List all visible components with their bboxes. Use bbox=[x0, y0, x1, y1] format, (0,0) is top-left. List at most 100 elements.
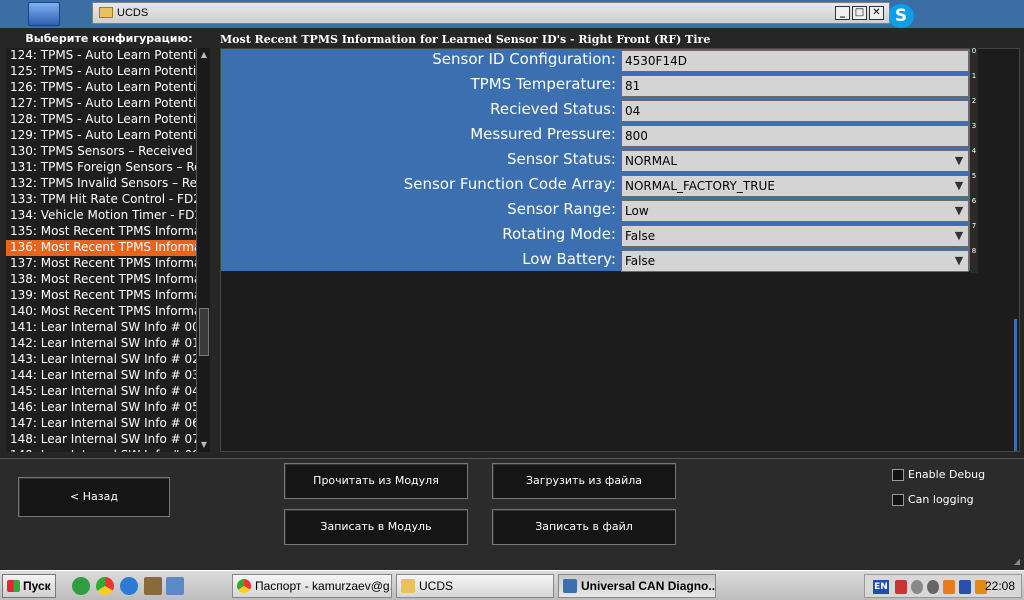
app-quicklaunch-icon[interactable] bbox=[144, 577, 162, 595]
scroll-thumb[interactable] bbox=[199, 308, 209, 356]
param-row: Messured Pressure: 800 3 bbox=[221, 122, 978, 148]
back-button[interactable]: < Назад bbox=[18, 477, 170, 517]
param-label: Sensor ID Configuration: bbox=[432, 50, 616, 68]
write-module-button[interactable]: Записать в Модуль bbox=[284, 509, 468, 545]
list-item[interactable]: 139: Most Recent TPMS Informa bbox=[6, 288, 196, 304]
task-label: UCDS bbox=[419, 579, 454, 593]
chevron-down-icon[interactable]: ▼ bbox=[952, 254, 966, 268]
list-item[interactable]: 135: Most Recent TPMS Informa bbox=[6, 224, 196, 240]
list-item[interactable]: 132: TPMS Invalid Sensors – Re bbox=[6, 176, 196, 192]
list-item[interactable]: 134: Vehicle Motion Timer - FD2 bbox=[6, 208, 196, 224]
save-file-button[interactable]: Записать в файл bbox=[492, 509, 676, 545]
folder-icon bbox=[401, 579, 415, 593]
list-item[interactable]: 144: Lear Internal SW Info # 03 bbox=[6, 368, 196, 384]
bottom-toolbar: < Назад Прочитать из Модуля Загрузить из… bbox=[0, 458, 1024, 570]
list-item[interactable]: 143: Lear Internal SW Info # 02 bbox=[6, 352, 196, 368]
param-dropdown[interactable]: Low ▼ bbox=[621, 200, 969, 222]
scroll-down-icon[interactable]: ▼ bbox=[198, 440, 210, 450]
chevron-down-icon[interactable]: ▼ bbox=[952, 154, 966, 168]
param-index: 1 bbox=[970, 72, 978, 98]
taskbar: Пуск Паспорт - kamurzaev@g... UCDS Unive… bbox=[0, 570, 1024, 600]
list-item[interactable]: 124: TPMS - Auto Learn Potentia bbox=[6, 48, 196, 64]
show-desktop-icon[interactable] bbox=[166, 577, 184, 595]
list-item[interactable]: 141: Lear Internal SW Info # 00 bbox=[6, 320, 196, 336]
param-input[interactable]: 4530F14D bbox=[621, 50, 969, 72]
list-item[interactable]: 128: TPMS - Auto Learn Potentia bbox=[6, 112, 196, 128]
param-row: Sensor ID Configuration: 4530F14D 0 bbox=[221, 47, 978, 73]
windows-flag-icon bbox=[7, 580, 20, 592]
chevron-down-icon[interactable]: ▼ bbox=[952, 179, 966, 193]
list-item[interactable]: 129: TPMS - Auto Learn Potentia bbox=[6, 128, 196, 144]
list-item[interactable]: 127: TPMS - Auto Learn Potentia bbox=[6, 96, 196, 112]
skype-icon[interactable]: S bbox=[888, 4, 914, 28]
skype-glyph: S bbox=[894, 6, 908, 26]
param-index: 5 bbox=[970, 172, 978, 198]
param-input[interactable]: 800 bbox=[621, 125, 969, 147]
chrome-icon bbox=[237, 579, 251, 593]
close-button[interactable]: ✕ bbox=[869, 6, 884, 20]
read-module-button[interactable]: Прочитать из Модуля bbox=[284, 463, 468, 499]
network-icon[interactable] bbox=[895, 580, 907, 594]
security-icon[interactable] bbox=[943, 580, 955, 594]
list-item[interactable]: 126: TPMS - Auto Learn Potentia bbox=[6, 80, 196, 96]
param-row: Low Battery: False ▼ 8 bbox=[221, 247, 978, 273]
list-item[interactable]: 136: Most Recent TPMS Informa bbox=[6, 240, 196, 256]
task-ucds[interactable]: UCDS bbox=[396, 574, 554, 598]
utorrent-icon[interactable] bbox=[72, 577, 90, 595]
task-universal-can[interactable]: Universal CAN Diagno... bbox=[558, 574, 716, 598]
param-input[interactable]: 81 bbox=[621, 75, 969, 97]
list-scrollbar[interactable]: ▲ ▼ bbox=[196, 48, 210, 452]
task-label: Паспорт - kamurzaev@g... bbox=[255, 579, 392, 593]
parameters-panel: Sensor ID Configuration: 4530F14D 0 TPMS Te… bbox=[220, 47, 1020, 452]
resize-grip-icon[interactable]: ◢ bbox=[1014, 557, 1020, 566]
param-value: 04 bbox=[625, 104, 641, 118]
ie-icon[interactable] bbox=[120, 577, 138, 595]
param-dropdown[interactable]: NORMAL_FACTORY_TRUE ▼ bbox=[621, 175, 969, 197]
list-item[interactable]: 131: TPMS Foreign Sensors – Re bbox=[6, 160, 196, 176]
list-item[interactable]: 146: Lear Internal SW Info # 05 bbox=[6, 400, 196, 416]
battery-icon[interactable] bbox=[959, 580, 971, 594]
list-item[interactable]: 138: Most Recent TPMS Informa bbox=[6, 272, 196, 288]
chevron-down-icon[interactable]: ▼ bbox=[952, 204, 966, 218]
enable-debug-checkbox[interactable] bbox=[892, 469, 904, 481]
language-indicator[interactable]: EN bbox=[873, 580, 889, 594]
param-row: TPMS Temperature: 81 1 bbox=[221, 72, 978, 98]
list-item[interactable]: 130: TPMS Sensors – Received bbox=[6, 144, 196, 160]
window-title: UCDS bbox=[117, 7, 149, 19]
param-row: Sensor Function Code Array: NORMAL_FACTOR… bbox=[221, 172, 978, 198]
list-item[interactable]: 133: TPM Hit Rate Control - FD2 bbox=[6, 192, 196, 208]
computer-icon[interactable] bbox=[28, 2, 60, 26]
scroll-up-icon[interactable]: ▲ bbox=[198, 50, 210, 60]
param-dropdown[interactable]: False ▼ bbox=[621, 250, 969, 272]
chrome-icon[interactable] bbox=[96, 577, 114, 595]
list-item[interactable]: 147: Lear Internal SW Info # 06 bbox=[6, 416, 196, 432]
maximize-button[interactable]: □ bbox=[852, 6, 867, 20]
param-index: 8 bbox=[970, 247, 978, 273]
sync-icon[interactable] bbox=[927, 580, 939, 594]
param-dropdown[interactable]: NORMAL ▼ bbox=[621, 150, 969, 172]
param-label: Sensor Range: bbox=[507, 200, 616, 218]
list-item[interactable]: 148: Lear Internal SW Info # 07 bbox=[6, 432, 196, 448]
panel-accent bbox=[1014, 319, 1017, 451]
task-passport[interactable]: Паспорт - kamurzaev@g... bbox=[232, 574, 392, 598]
param-index: 4 bbox=[970, 147, 978, 173]
chevron-down-icon[interactable]: ▼ bbox=[952, 229, 966, 243]
param-input[interactable]: 04 bbox=[621, 100, 969, 122]
load-file-button[interactable]: Загрузить из файла bbox=[492, 463, 676, 499]
list-item[interactable]: 125: TPMS - Auto Learn Potentia bbox=[6, 64, 196, 80]
minimize-button[interactable]: _ bbox=[835, 6, 850, 20]
list-item[interactable]: 137: Most Recent TPMS Informa bbox=[6, 256, 196, 272]
param-dropdown[interactable]: False ▼ bbox=[621, 225, 969, 247]
antivirus-icon[interactable] bbox=[911, 580, 923, 594]
ucds-window: UCDS _ □ ✕ bbox=[92, 2, 890, 24]
list-item[interactable]: 149: Lear Internal SW Info # 08 bbox=[6, 448, 196, 452]
param-label: Sensor Function Code Array: bbox=[403, 175, 616, 193]
list-item[interactable]: 145: Lear Internal SW Info # 04 bbox=[6, 384, 196, 400]
param-index: 6 bbox=[970, 197, 978, 223]
can-logging-checkbox[interactable] bbox=[892, 494, 904, 506]
list-item[interactable]: 142: Lear Internal SW Info # 01 bbox=[6, 336, 196, 352]
start-button[interactable]: Пуск bbox=[2, 574, 56, 598]
param-value: NORMAL bbox=[625, 154, 678, 168]
list-item[interactable]: 140: Most Recent TPMS Informa bbox=[6, 304, 196, 320]
param-label: Low Battery: bbox=[522, 250, 616, 268]
